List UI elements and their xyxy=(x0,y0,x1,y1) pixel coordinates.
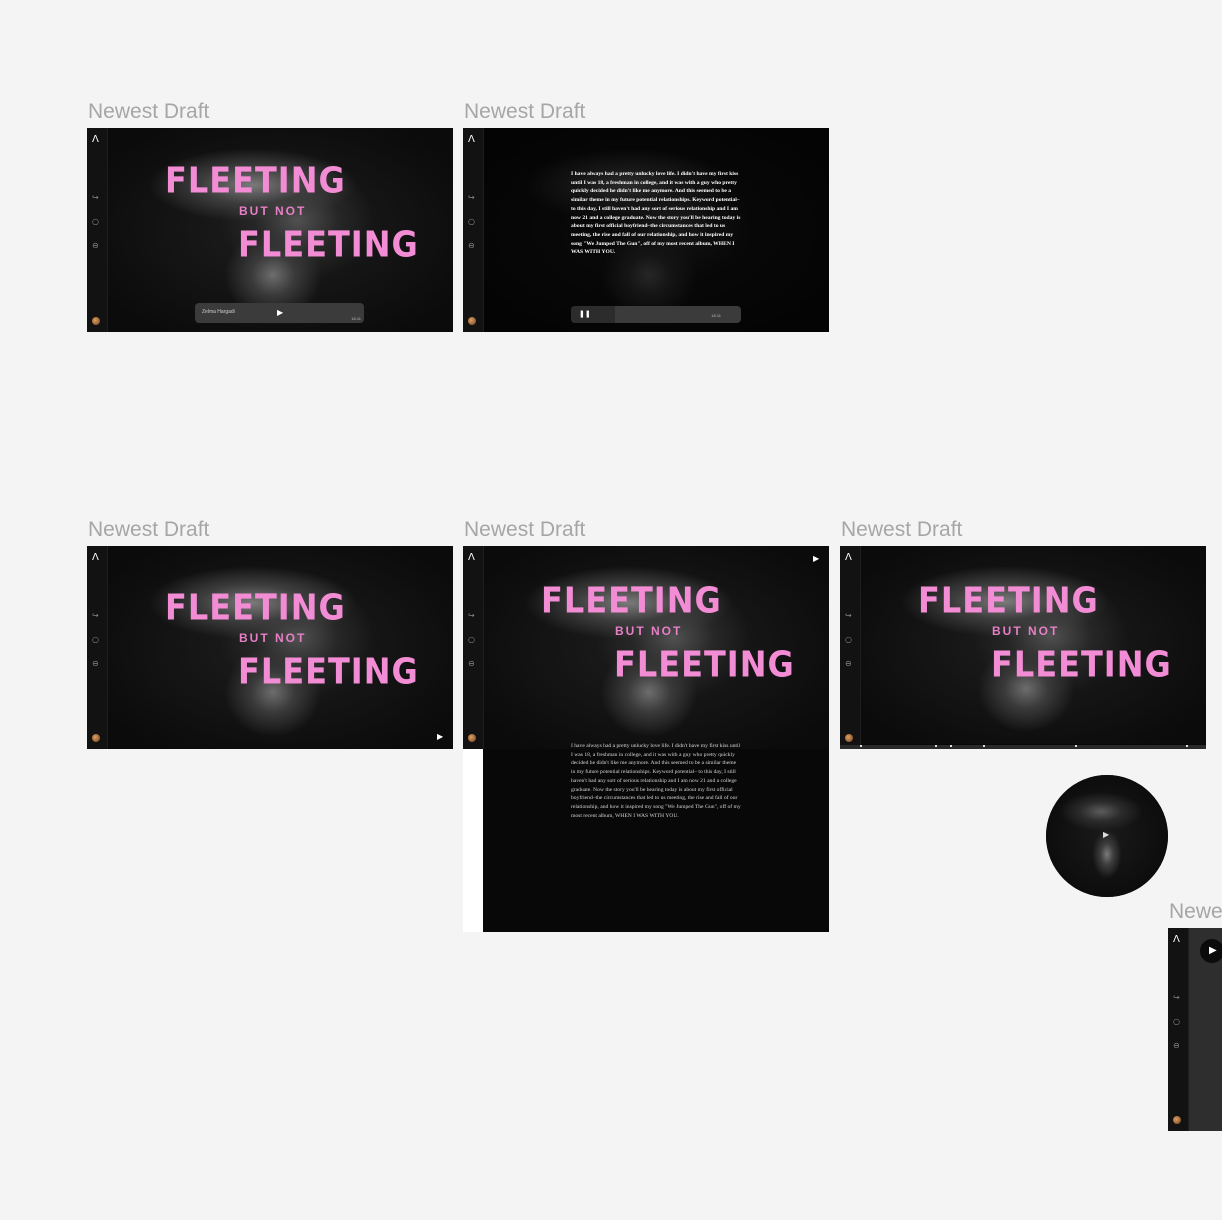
search-icon[interactable]: ○ xyxy=(1173,1018,1181,1026)
side-rail: Λ ↪ ○ ⊖ xyxy=(87,128,108,332)
story-text: I have always had a pretty unlucky love … xyxy=(571,171,741,256)
play-icon[interactable]: ▶ xyxy=(1103,830,1109,839)
logo-icon[interactable]: Λ xyxy=(1173,934,1180,945)
share-icon[interactable]: ↪ xyxy=(92,612,100,620)
play-button[interactable]: ▶ xyxy=(1200,939,1222,963)
timeline-marker[interactable] xyxy=(935,745,937,747)
search-icon[interactable]: ○ xyxy=(468,218,476,226)
frame-partial[interactable]: Λ ↪ ○ ⊖ ▶ xyxy=(1168,928,1222,1131)
progress-fill xyxy=(571,306,615,323)
hero-title-line2: BUT NOT xyxy=(239,631,307,645)
play-icon[interactable]: ▶ xyxy=(813,554,819,563)
frame-hero-progress[interactable]: Λ ↪ ○ ⊖ FLEETING BUT NOT FLEETING xyxy=(840,546,1206,749)
hero-title-line1: FLEETING xyxy=(165,585,346,629)
search-icon[interactable]: ○ xyxy=(92,218,100,226)
minus-circle-icon[interactable]: ⊖ xyxy=(468,660,476,668)
timeline-marker[interactable] xyxy=(950,745,952,747)
hero-title-line3: FLEETING xyxy=(614,642,795,686)
side-rail: Λ ↪ ○ ⊖ xyxy=(87,546,108,749)
minus-circle-icon[interactable]: ⊖ xyxy=(468,242,476,250)
frame-story-player[interactable]: Λ ↪ ○ ⊖ I have always had a pretty unluc… xyxy=(463,128,829,332)
logo-icon[interactable]: Λ xyxy=(92,134,99,145)
minus-circle-icon[interactable]: ⊖ xyxy=(92,242,100,250)
avatar[interactable] xyxy=(92,317,100,325)
logo-icon[interactable]: Λ xyxy=(468,552,475,563)
minus-circle-icon[interactable]: ⊖ xyxy=(92,660,100,668)
share-icon[interactable]: ↪ xyxy=(468,194,476,202)
side-rail: Λ ↪ ○ ⊖ xyxy=(1168,928,1189,1131)
frame-label: Newest Draft xyxy=(841,518,963,541)
frame-label: Newest Draft xyxy=(88,100,210,123)
hero-title-line1: FLEETING xyxy=(541,578,722,622)
side-rail: Λ ↪ ○ ⊖ xyxy=(463,128,484,332)
circular-video-thumbnail[interactable]: ▶ xyxy=(1046,775,1168,897)
search-icon[interactable]: ○ xyxy=(92,636,100,644)
hero-title-line1: FLEETING xyxy=(918,578,1099,622)
share-icon[interactable]: ↪ xyxy=(92,194,100,202)
frame-label: Newest Draft xyxy=(464,518,586,541)
avatar[interactable] xyxy=(468,317,476,325)
side-rail: Λ ↪ ○ ⊖ xyxy=(463,546,484,749)
hero-title-line2: BUT NOT xyxy=(239,204,307,218)
hero-title-line3: FLEETING xyxy=(991,642,1172,686)
avatar[interactable] xyxy=(468,734,476,742)
frame-hero-minimal[interactable]: Λ ↪ ○ ⊖ FLEETING BUT NOT FLEETING ▶ xyxy=(87,546,453,749)
logo-icon[interactable]: Λ xyxy=(92,552,99,563)
hero-photo xyxy=(107,546,453,749)
avatar[interactable] xyxy=(845,734,853,742)
audio-player[interactable]: Zelma Hargadi ▶ 18:11 xyxy=(195,303,364,323)
play-icon[interactable]: ▶ xyxy=(277,308,283,317)
logo-icon[interactable]: Λ xyxy=(845,552,852,563)
timeline-marker[interactable] xyxy=(860,745,862,747)
timeline-marker[interactable] xyxy=(1075,745,1077,747)
track-duration: 18:11 xyxy=(711,313,721,318)
story-text: I have always had a pretty unlucky love … xyxy=(571,743,741,819)
frame-hero-scroll[interactable]: Λ ↪ ○ ⊖ FLEETING BUT NOT FLEETING ▶ I ha… xyxy=(463,546,829,932)
pause-icon[interactable]: ❚❚ xyxy=(579,310,591,318)
play-icon: ▶ xyxy=(1209,945,1217,956)
share-icon[interactable]: ↪ xyxy=(845,612,853,620)
hero-title-line1: FLEETING xyxy=(165,158,346,202)
share-icon[interactable]: ↪ xyxy=(1173,994,1181,1002)
hero-title-line3: FLEETING xyxy=(238,222,419,266)
minus-circle-icon[interactable]: ⊖ xyxy=(845,660,853,668)
play-icon[interactable]: ▶ xyxy=(437,732,443,741)
minus-circle-icon[interactable]: ⊖ xyxy=(1173,1042,1181,1050)
timeline-marker[interactable] xyxy=(983,745,985,747)
logo-icon[interactable]: Λ xyxy=(468,134,475,145)
hero-title-line2: BUT NOT xyxy=(615,624,683,638)
timeline-scrubber[interactable] xyxy=(840,745,1206,749)
frame-label: Newest Draft xyxy=(88,518,210,541)
search-icon[interactable]: ○ xyxy=(468,636,476,644)
audio-player[interactable]: ❚❚ 18:11 xyxy=(571,306,741,323)
frame-label: Newe xyxy=(1169,900,1222,923)
search-icon[interactable]: ○ xyxy=(845,636,853,644)
track-duration: 18:11 xyxy=(351,316,361,321)
hero-title-line2: BUT NOT xyxy=(992,624,1060,638)
frame-label: Newest Draft xyxy=(464,100,586,123)
share-icon[interactable]: ↪ xyxy=(468,612,476,620)
timeline-marker[interactable] xyxy=(1186,745,1188,747)
artist-name: Zelma Hargadi xyxy=(202,309,235,315)
frame-hero-player[interactable]: Λ ↪ ○ ⊖ FLEETING BUT NOT FLEETING Zelma … xyxy=(87,128,453,332)
side-rail: Λ ↪ ○ ⊖ xyxy=(840,546,861,749)
avatar[interactable] xyxy=(92,734,100,742)
hero-title-line3: FLEETING xyxy=(238,649,419,693)
avatar[interactable] xyxy=(1173,1116,1181,1124)
